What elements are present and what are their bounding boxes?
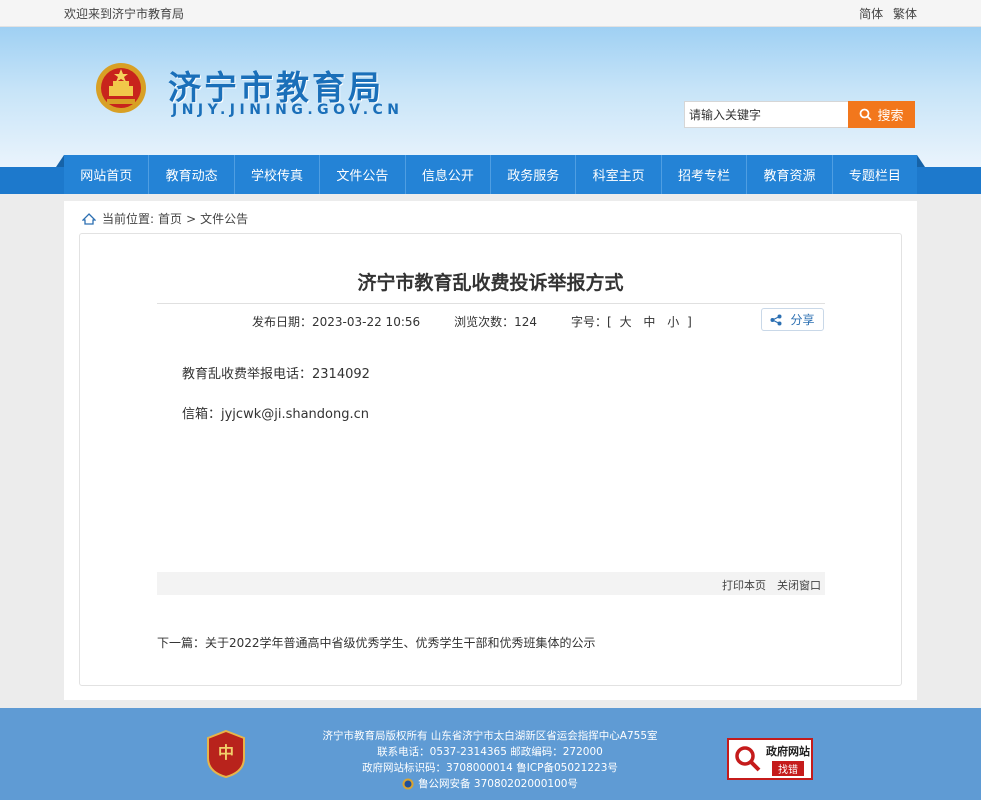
share-label: 分享 [790,313,815,327]
site-header: 济宁市教育局 JNJY.JINING.GOV.CN 搜索 [0,27,981,167]
gov-error-report-badge[interactable]: 政府网站 找错 [727,738,813,780]
footer-contact: 联系电话：0537-2314365 邮政编码：272000 [377,746,603,758]
font-size-bracket: ] [687,315,692,329]
nav-item-exams[interactable]: 招考专栏 [662,155,748,194]
nav-item-topics[interactable]: 专题栏目 [833,155,917,194]
publish-date: 发布日期：2023-03-22 10:56 [252,315,421,329]
party-gov-badge-icon[interactable]: 中 [206,730,246,778]
view-count: 浏览次数：124 [454,315,538,329]
footer-info: 济宁市教育局版权所有 山东省济宁市太白湖新区省运会指挥中心A755室 联系电话：… [300,728,680,795]
nav-item-info-disclosure[interactable]: 信息公开 [406,155,492,194]
font-size-label: 字号：[ [571,315,612,329]
nav-item-home[interactable]: 网站首页 [64,155,150,194]
report-email: 信箱：jyjcwk@ji.shandong.cn [182,407,370,422]
nav-item-department-pages[interactable]: 科室主页 [576,155,662,194]
nav-item-education-news[interactable]: 教育动态 [149,155,235,194]
police-record-text: 鲁公网安备 37080202000100号 [418,778,578,790]
language-switch: 简体 繁体 [853,5,917,22]
next-article-link[interactable]: 下一篇：关于2022学年普通高中省级优秀学生、优秀学生干部和优秀班集体的公示 [157,634,596,651]
nav-item-school-news[interactable]: 学校传真 [235,155,321,194]
gov-badge-subtitle: 找错 [772,760,804,776]
svg-text:中: 中 [218,743,234,762]
close-window-link[interactable]: 关闭窗口 [777,577,821,593]
breadcrumb: 当前位置: 首页 > 文件公告 [82,210,252,227]
nav-item-notices[interactable]: 文件公告 [320,155,406,194]
font-size-controls: 字号：[ 大 中 小 ] [571,313,692,330]
font-size-large[interactable]: 大 [620,315,632,329]
magnifier-icon [735,746,761,772]
nav-cap-left [56,155,64,167]
breadcrumb-home-link[interactable]: 首页 [158,210,182,227]
simplified-chinese-link[interactable]: 简体 [859,7,883,21]
article-meta: 发布日期：2023-03-22 10:56 浏览次数：124 字号：[ 大 中 … [252,313,692,330]
top-bar: 欢迎来到济宁市教育局 简体 繁体 [0,0,981,27]
site-footer: 中 济宁市教育局版权所有 山东省济宁市太白湖新区省运会指挥中心A755室 联系电… [0,708,981,800]
search-icon [860,108,873,121]
national-emblem-icon [96,63,146,113]
share-button[interactable]: 分享 [761,308,824,331]
font-size-medium[interactable]: 中 [643,315,655,329]
search-form: 搜索 [684,101,915,128]
breadcrumb-label: 当前位置: [102,212,155,226]
footer-copyright: 济宁市教育局版权所有 山东省济宁市太白湖新区省运会指挥中心A755室 [322,730,658,742]
gov-badge-title: 政府网站 [766,744,810,758]
article-box: 济宁市教育乱收费投诉举报方式 发布日期：2023-03-22 10:56 浏览次… [79,233,902,686]
nav-item-resources[interactable]: 教育资源 [747,155,833,194]
article-title: 济宁市教育乱收费投诉举报方式 [357,272,624,294]
title-divider [157,303,825,304]
site-domain: JNJY.JINING.GOV.CN [172,102,404,118]
nav-item-gov-services[interactable]: 政务服务 [491,155,577,194]
police-badge-icon [402,778,414,790]
nav-cap-right [917,155,925,167]
main-nav: 网站首页 教育动态 学校传真 文件公告 信息公开 政务服务 科室主页 招考专栏 … [64,155,917,194]
breadcrumb-separator: > [186,211,197,226]
breadcrumb-current[interactable]: 文件公告 [200,210,248,227]
report-phone: 教育乱收费举报电话：2314092 [182,367,370,382]
footer-police-record[interactable]: 鲁公网安备 37080202000100号 [402,776,578,792]
main-content: 当前位置: 首页 > 文件公告 济宁市教育乱收费投诉举报方式 发布日期：2023… [64,201,917,700]
font-size-small[interactable]: 小 [667,315,679,329]
home-icon [82,212,96,225]
welcome-text: 欢迎来到济宁市教育局 [64,7,185,21]
footer-icp[interactable]: 政府网站标识码：3708000014 鲁ICP备05021223号 [300,760,680,776]
search-button-label: 搜索 [877,108,904,123]
print-page-link[interactable]: 打印本页 [722,577,766,593]
search-input[interactable] [684,101,849,128]
share-icon [770,314,782,325]
article-tools: 打印本页 关闭窗口 [157,572,825,595]
search-button[interactable]: 搜索 [848,101,915,128]
traditional-chinese-link[interactable]: 繁体 [893,7,917,21]
